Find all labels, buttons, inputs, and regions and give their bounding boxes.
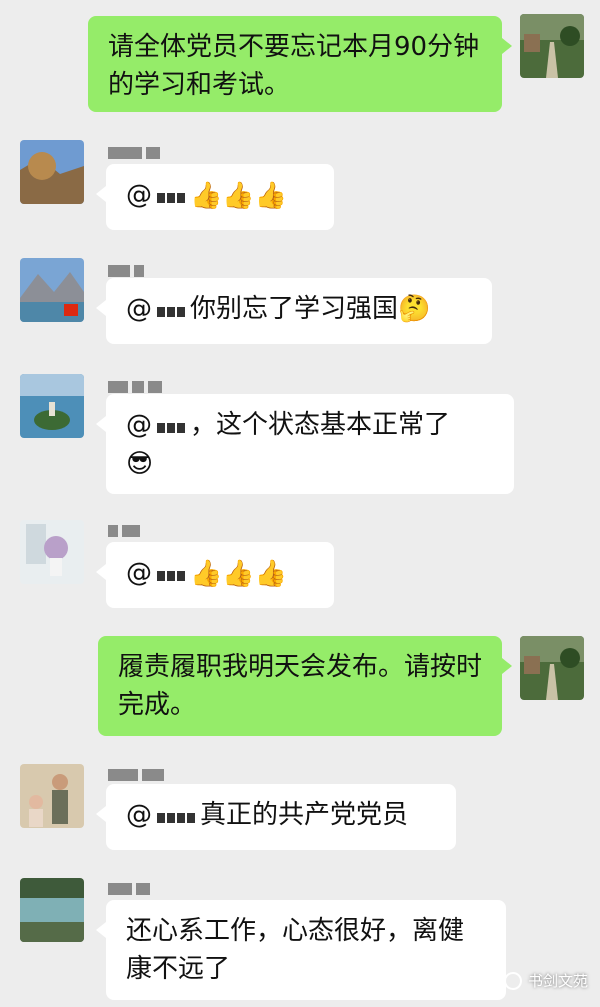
mention-at: @ <box>126 294 152 324</box>
message-text: 👍👍👍 <box>190 180 288 211</box>
lake-mountain-avatar-image <box>20 258 84 322</box>
message-bubble-outgoing[interactable]: 请全体党员不要忘记本月90分钟的学习和考试。 <box>88 16 512 112</box>
mention-at: @ <box>126 800 152 830</box>
message-text: 你别忘了学习强国🤔 <box>190 294 431 324</box>
message-bubble-incoming[interactable]: @ 你别忘了学习强国🤔 <box>96 278 492 344</box>
garden-path-avatar-image <box>520 14 584 78</box>
message-bubble-incoming[interactable]: @ 👍👍👍 <box>96 542 334 608</box>
message-text: 还心系工作，心态很好，离健康不远了 <box>126 916 465 984</box>
message-text: 请全体党员不要忘记本月90分钟的学习和考试。 <box>108 32 480 100</box>
message-bubble-incoming[interactable]: @ 👍👍👍 <box>96 164 334 230</box>
my-avatar[interactable] <box>520 636 584 700</box>
redacted-mention <box>156 797 196 835</box>
sender-name-redacted <box>108 260 148 277</box>
contact-avatar[interactable] <box>20 258 84 322</box>
mention-at: @ <box>126 558 152 588</box>
sender-name-redacted <box>108 520 144 537</box>
my-avatar[interactable] <box>520 14 584 78</box>
contact-avatar[interactable] <box>20 374 84 438</box>
contact-avatar[interactable] <box>20 764 84 828</box>
sender-name-redacted <box>108 878 154 895</box>
message-text: 履责履职我明天会发布。请按时完成。 <box>118 652 483 720</box>
message-bubble-outgoing[interactable]: 履责履职我明天会发布。请按时完成。 <box>98 636 512 736</box>
mention-at: @ <box>126 410 152 440</box>
watermark-text: 书剑文苑 <box>527 972 588 990</box>
watermark: 书剑文苑 <box>503 970 588 991</box>
terraced-pools-avatar-image <box>20 878 84 942</box>
mountain-tree-avatar-image <box>20 140 84 204</box>
contact-avatar[interactable] <box>20 878 84 942</box>
wechat-channel-icon <box>503 971 522 990</box>
message-bubble-incoming[interactable]: 还心系工作，心态很好，离健康不远了 <box>96 900 506 1000</box>
message-bubble-incoming[interactable]: @ ，这个状态基本正常了 😎 <box>96 394 514 494</box>
contact-avatar[interactable] <box>20 520 84 584</box>
couple-photo-avatar-image <box>20 764 84 828</box>
message-bubble-incoming[interactable]: @ 真正的共产党党员 <box>96 784 456 850</box>
redacted-mention <box>156 407 186 445</box>
sender-name-redacted <box>108 142 164 159</box>
message-emoji: 😎 <box>126 448 154 479</box>
message-text: 真正的共产党党员 <box>200 800 409 830</box>
redacted-mention <box>156 555 186 593</box>
message-text: 👍👍👍 <box>190 558 288 589</box>
garden-path-avatar-image <box>520 636 584 700</box>
redacted-mention <box>156 291 186 329</box>
contact-avatar[interactable] <box>20 140 84 204</box>
redacted-mention <box>156 177 186 215</box>
mention-at: @ <box>126 180 152 210</box>
sender-name-redacted <box>108 764 168 781</box>
flower-vase-avatar-image <box>20 520 84 584</box>
message-text: ，这个状态基本正常了 <box>190 410 451 440</box>
island-church-avatar-image <box>20 374 84 438</box>
sender-name-redacted <box>108 376 166 393</box>
